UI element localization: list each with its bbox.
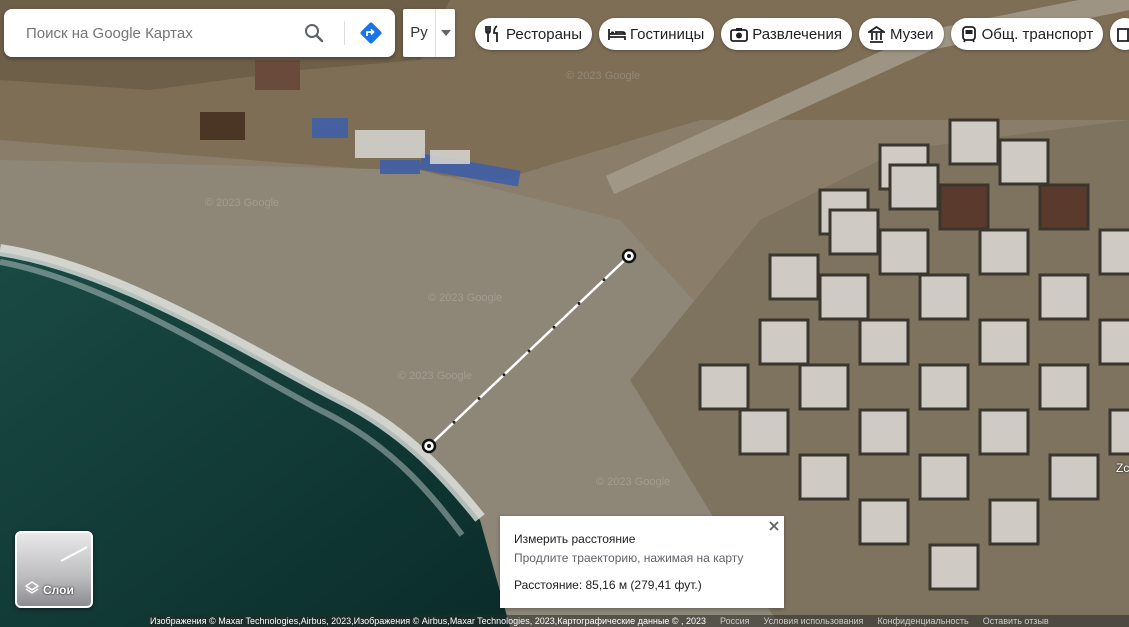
museum-icon [868,25,886,43]
layers-icon [24,581,40,598]
language-selector[interactable]: Ру [403,9,455,57]
search-box[interactable] [4,9,395,57]
layers-text: Слои [43,582,74,597]
chip-label: Гостиницы [629,25,705,43]
search-divider [344,21,345,45]
measure-tick [477,397,481,400]
chip-museums[interactable]: Музеи [858,18,944,50]
chip-label: Музеи [889,25,934,43]
measure-start-point-center [427,444,431,448]
chip-label: Развлечения [752,25,842,43]
chip-entertainment[interactable]: Развлечения [721,18,852,50]
footer-feedback-link[interactable]: Оставить отзыв [983,616,1049,626]
measure-distance: Расстояние: 85,16 м (279,41 фут.) [514,578,702,592]
imagery-attribution: Изображения © Maxar Technologies,Airbus,… [150,616,707,626]
category-chips: Рестораны Гостиницы Развлечения Музеи Об… [475,18,1129,50]
language-code: Ру [410,24,428,41]
measure-tick [602,278,606,282]
footer-country[interactable]: Россия [720,616,750,626]
measure-title: Измерить расстояние [514,532,636,546]
chip-more[interactable] [1110,18,1129,50]
chip-restaurants[interactable]: Рестораны [475,18,592,50]
close-icon[interactable] [766,518,782,534]
measure-tick [527,349,531,353]
hotel-icon [608,25,626,43]
map-edge-label: Zc [1116,461,1129,475]
search-icon[interactable] [302,21,326,45]
measure-subtitle: Продлите траекторию, нажимая на карту [514,551,744,565]
map-footer: Изображения © Maxar Technologies,Airbus,… [150,615,1129,627]
footer-privacy-link[interactable]: Конфиденциальность [877,616,968,626]
measure-end-point-center [627,254,631,258]
chip-hotels[interactable]: Гостиницы [598,18,715,50]
transit-icon [960,25,978,43]
layers-label: Слои [24,581,74,598]
search-input[interactable] [26,24,286,42]
chip-label: Общ. транспорт [981,25,1094,43]
layers-button[interactable]: Слои [15,531,93,608]
chevron-down-icon[interactable] [435,9,455,57]
directions-icon[interactable] [358,20,384,46]
camera-icon [730,25,749,43]
measure-tick [552,325,556,329]
measure-tick [577,302,581,305]
chip-transit[interactable]: Общ. транспорт [950,18,1104,50]
footer-terms-link[interactable]: Условия использования [764,616,864,626]
restaurant-icon [484,25,502,43]
measure-tick [452,420,456,424]
measure-tick [502,373,506,377]
more-icon [1116,25,1129,43]
measure-distance-panel: Измерить расстояние Продлите траекторию,… [500,516,784,608]
chip-label: Рестораны [506,25,582,43]
